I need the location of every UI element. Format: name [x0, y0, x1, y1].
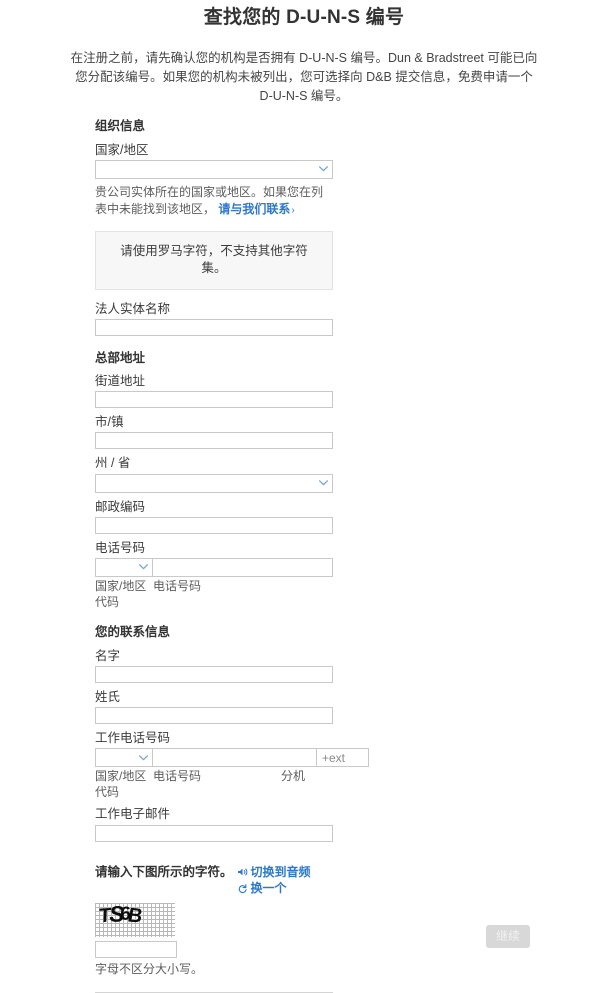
- work-phone-number-input[interactable]: [153, 748, 317, 768]
- phone-input-group: [95, 557, 333, 577]
- work-phone-number-caption: 电话号码: [153, 769, 202, 784]
- field-postal-code: 邮政编码: [95, 498, 333, 534]
- phone-captions: 国家/地区代码 电话号码: [95, 578, 333, 610]
- captcha-header: 请输入下图所示的字符。 切换到音频 换一个: [95, 864, 333, 897]
- captcha-section: 请输入下图所示的字符。 切换到音频 换一个 TS6B 字母不区分大小写。: [95, 864, 333, 978]
- duns-lookup-form: 组织信息 国家/地区 贵公司实体所在的国家或地区。如果您在列表中未能找到该地区，…: [95, 118, 369, 993]
- work-phone-captions: 国家/地区代码 电话号码 分机: [95, 768, 333, 800]
- field-phone: 电话号码 国家/地区代码 电话号码: [95, 539, 333, 611]
- section-heading-contact: 您的联系信息: [95, 625, 171, 640]
- work-phone-extension-input[interactable]: [317, 748, 369, 768]
- work-email-label: 工作电子邮件: [95, 807, 171, 822]
- section-heading-organization: 组织信息: [95, 119, 146, 133]
- work-phone-label: 工作电话号码: [95, 730, 171, 745]
- country-select-value[interactable]: [95, 159, 333, 179]
- state-select[interactable]: [95, 473, 333, 493]
- phone-country-code-caption: 国家/地区代码: [95, 578, 147, 609]
- state-label: 州 / 省: [95, 456, 131, 471]
- work-phone-country-code-value[interactable]: [95, 748, 153, 768]
- legal-entity-name-label: 法人实体名称: [95, 301, 171, 316]
- field-legal-entity-name: 法人实体名称: [95, 300, 333, 336]
- footer-bar: 继续: [0, 925, 608, 955]
- captcha-actions: 切换到音频 换一个: [237, 864, 311, 897]
- phone-number-caption: 电话号码: [153, 578, 202, 593]
- phone-country-code-value[interactable]: [95, 557, 153, 577]
- speaker-icon: [237, 867, 248, 877]
- page-header: 查找您的 D-U-N-S 编号 在注册之前，请先确认您的机构是否拥有 D-U-N…: [0, 0, 608, 107]
- roman-characters-notice: 请使用罗马字符，不支持其他字符集。: [95, 230, 333, 290]
- last-name-label: 姓氏: [95, 689, 121, 704]
- city-input[interactable]: [95, 432, 333, 450]
- country-select[interactable]: [95, 159, 333, 179]
- work-phone-input-group: [95, 748, 369, 768]
- work-phone-country-code-caption: 国家/地区代码: [95, 769, 147, 800]
- state-select-value[interactable]: [95, 473, 333, 493]
- form-divider: [95, 991, 333, 993]
- refresh-captcha-label: 换一个: [250, 881, 287, 896]
- first-name-label: 名字: [95, 648, 121, 663]
- captcha-hint: 字母不区分大小写。: [95, 961, 204, 976]
- field-last-name: 姓氏: [95, 688, 333, 724]
- section-heading-headquarters: 总部地址: [95, 350, 146, 365]
- phone-label: 电话号码: [95, 540, 146, 555]
- country-label: 国家/地区: [95, 142, 149, 157]
- work-email-input[interactable]: [95, 824, 333, 842]
- field-country: 国家/地区: [95, 141, 333, 179]
- city-label: 市/镇: [95, 415, 124, 430]
- page-title: 查找您的 D-U-N-S 编号: [203, 7, 405, 28]
- refresh-captcha-button[interactable]: 换一个: [237, 881, 311, 897]
- chevron-right-icon: ›: [291, 205, 295, 217]
- field-work-email: 工作电子邮件: [95, 805, 333, 842]
- phone-country-code-select[interactable]: [95, 557, 153, 577]
- continue-button[interactable]: 继续: [486, 925, 530, 948]
- captcha-prompt: 请输入下图所示的字符。: [95, 864, 233, 879]
- postal-code-label: 邮政编码: [95, 499, 146, 514]
- work-phone-extension-caption: 分机: [281, 769, 306, 784]
- street-address-input[interactable]: [95, 391, 333, 409]
- field-street-address: 街道地址: [95, 372, 333, 409]
- country-help-text: 贵公司实体所在的国家或地区。如果您在列表中未能找到该地区， 请与我们联系›: [95, 184, 333, 219]
- contact-us-link-label: 请与我们联系: [218, 202, 291, 217]
- street-address-label: 街道地址: [95, 374, 146, 389]
- field-city: 市/镇: [95, 413, 333, 450]
- captcha-image-characters: TS6B: [98, 903, 143, 928]
- work-phone-country-code-select[interactable]: [95, 748, 153, 768]
- legal-entity-name-input[interactable]: [95, 318, 333, 336]
- phone-number-input[interactable]: [153, 557, 333, 577]
- refresh-icon: [237, 884, 248, 894]
- field-work-phone: 工作电话号码 国家/地区代码 电话号码 分机: [95, 729, 369, 801]
- page-intro-text: 在注册之前，请先确认您的机构是否拥有 D-U-N-S 编号。Dun & Brad…: [70, 50, 538, 104]
- field-first-name: 名字: [95, 647, 333, 683]
- switch-to-audio-button[interactable]: 切换到音频: [237, 865, 311, 881]
- postal-code-input[interactable]: [95, 516, 333, 534]
- switch-to-audio-label: 切换到音频: [250, 864, 311, 879]
- last-name-input[interactable]: [95, 706, 333, 724]
- contact-us-link[interactable]: 请与我们联系›: [218, 202, 294, 216]
- field-state: 州 / 省: [95, 454, 333, 493]
- first-name-input[interactable]: [95, 665, 333, 683]
